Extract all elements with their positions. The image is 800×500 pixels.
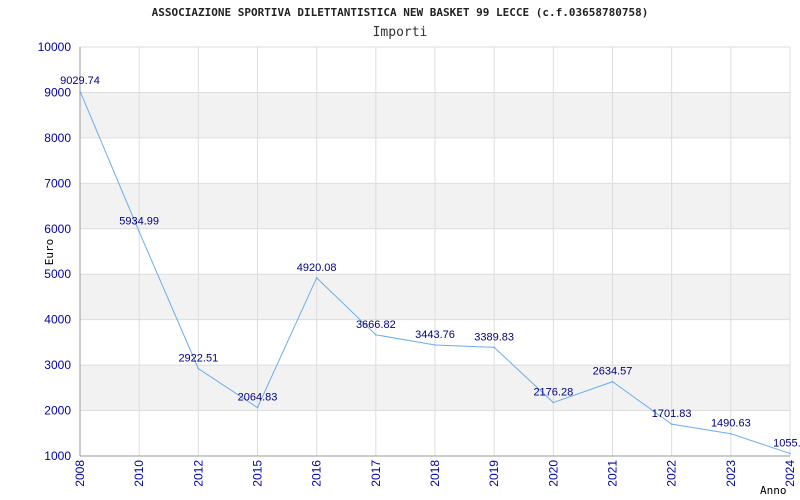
y-axis-label: Euro [43, 239, 56, 266]
y-tick-label: 2000 [44, 404, 71, 418]
x-tick-label: 2012 [191, 460, 205, 487]
data-point [138, 230, 140, 233]
data-label: 2176.28 [533, 387, 573, 399]
data-label: 2064.83 [238, 392, 278, 404]
x-tick-label: 2010 [132, 460, 146, 487]
x-tick-label: 2008 [73, 460, 87, 487]
data-label: 4920.08 [297, 262, 337, 274]
data-label: 2922.51 [178, 353, 218, 365]
data-point [670, 423, 673, 425]
x-axis-label: Anno [760, 484, 787, 497]
y-tick-label: 9000 [44, 85, 71, 99]
y-tick-label: 1000 [44, 449, 71, 463]
y-tick-label: 7000 [44, 176, 71, 190]
data-point [315, 277, 318, 279]
y-tick-label: 3000 [44, 358, 71, 372]
data-label: 1701.83 [652, 408, 692, 420]
x-tick-label: 2017 [369, 460, 383, 487]
data-label: 5934.99 [119, 216, 159, 228]
data-point [79, 90, 81, 92]
data-label: 9029.74 [60, 75, 100, 87]
data-point [789, 452, 791, 455]
data-label: 3389.83 [474, 331, 514, 343]
y-tick-label: 5000 [44, 267, 71, 281]
x-tick-label: 2018 [428, 460, 442, 487]
data-label: 2634.57 [593, 366, 633, 378]
data-label: 3443.76 [415, 329, 455, 341]
x-tick-label: 2024 [783, 460, 797, 487]
data-point [730, 432, 732, 435]
x-tick-label: 2023 [724, 460, 738, 487]
x-tick-label: 2015 [251, 460, 265, 487]
data-point [256, 406, 259, 409]
y-tick-label: 4000 [44, 313, 71, 327]
x-tick-label: 2021 [606, 460, 620, 487]
data-point [611, 380, 614, 383]
data-label: 1055.9 [773, 437, 800, 449]
x-tick-label: 2016 [310, 460, 324, 487]
plot-area: 1000 2000 3000 4000 5000 6000 7000 8000 9000 1000… [38, 40, 800, 497]
data-point [493, 346, 495, 349]
x-tick-label: 2019 [487, 460, 501, 487]
data-point [434, 344, 436, 346]
chart: ASSOCIAZIONE SPORTIVA DILETTANTISTICA NE… [0, 0, 800, 500]
y-tick-label: 8000 [44, 131, 71, 145]
data-label: 3666.82 [356, 319, 396, 331]
data-label: 1490.63 [711, 418, 751, 430]
x-tick-label: 2022 [665, 460, 679, 487]
data-point [197, 367, 200, 370]
x-tick-label: 2020 [546, 460, 560, 487]
data-point [375, 334, 377, 336]
y-tick-label: 6000 [44, 222, 71, 236]
y-tick-label: 10000 [38, 40, 72, 54]
data-point [552, 401, 555, 404]
